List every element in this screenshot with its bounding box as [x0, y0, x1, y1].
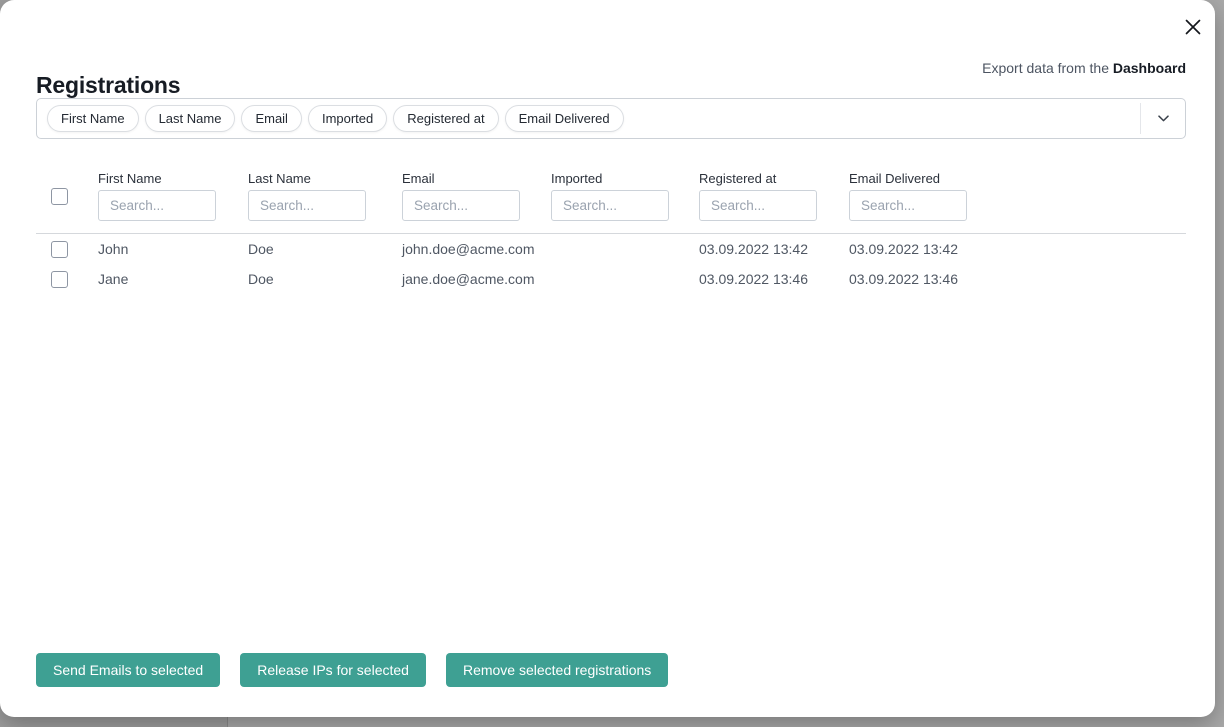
- search-input-imported[interactable]: [551, 190, 669, 221]
- search-input-first-name[interactable]: [98, 190, 216, 221]
- row-select-cell: [36, 241, 98, 258]
- registrations-table: First Name Last Name Email Imported Regi…: [36, 172, 1186, 294]
- cell-last-name: Doe: [248, 241, 402, 257]
- column-header-email: Email: [402, 172, 551, 221]
- filter-chip-last-name[interactable]: Last Name: [145, 105, 236, 132]
- table-row[interactable]: John Doe john.doe@acme.com 03.09.2022 13…: [36, 234, 1186, 264]
- column-header-email-delivered: Email Delivered: [849, 172, 1186, 221]
- column-label: Email Delivered: [849, 172, 1186, 186]
- cell-first-name: John: [98, 241, 248, 257]
- remove-registrations-button[interactable]: Remove selected registrations: [446, 653, 668, 687]
- close-icon: [1184, 18, 1202, 36]
- filter-chip-registered-at[interactable]: Registered at: [393, 105, 498, 132]
- column-header-registered-at: Registered at: [699, 172, 849, 221]
- column-header-last-name: Last Name: [248, 172, 402, 221]
- filter-chip-email[interactable]: Email: [241, 105, 302, 132]
- row-checkbox[interactable]: [51, 241, 68, 258]
- search-input-registered-at[interactable]: [699, 190, 817, 221]
- cell-last-name: Doe: [248, 271, 402, 287]
- filter-chip-imported[interactable]: Imported: [308, 105, 387, 132]
- bulk-actions: Send Emails to selected Release IPs for …: [36, 653, 668, 687]
- release-ips-button[interactable]: Release IPs for selected: [240, 653, 426, 687]
- cell-registered-at: 03.09.2022 13:46: [699, 271, 849, 287]
- column-label: Email: [402, 172, 551, 186]
- cell-email: jane.doe@acme.com: [402, 271, 551, 287]
- select-all-cell: [36, 172, 98, 221]
- filter-chip-first-name[interactable]: First Name: [47, 105, 139, 132]
- cell-email-delivered: 03.09.2022 13:42: [849, 241, 1186, 257]
- filter-chip-list: First Name Last Name Email Imported Regi…: [47, 105, 624, 132]
- dashboard-link[interactable]: Dashboard: [1113, 60, 1186, 76]
- table-row[interactable]: Jane Doe jane.doe@acme.com 03.09.2022 13…: [36, 264, 1186, 294]
- send-emails-button[interactable]: Send Emails to selected: [36, 653, 220, 687]
- cell-first-name: Jane: [98, 271, 248, 287]
- search-input-email[interactable]: [402, 190, 520, 221]
- filter-chip-email-delivered[interactable]: Email Delivered: [505, 105, 624, 132]
- column-label: First Name: [98, 172, 248, 186]
- cell-email: john.doe@acme.com: [402, 241, 551, 257]
- row-select-cell: [36, 271, 98, 288]
- column-header-first-name: First Name: [98, 172, 248, 221]
- row-checkbox[interactable]: [51, 271, 68, 288]
- column-filter-bar[interactable]: First Name Last Name Email Imported Regi…: [36, 98, 1186, 139]
- search-input-last-name[interactable]: [248, 190, 366, 221]
- table-header-row: First Name Last Name Email Imported Regi…: [36, 172, 1186, 221]
- cell-registered-at: 03.09.2022 13:42: [699, 241, 849, 257]
- cell-email-delivered: 03.09.2022 13:46: [849, 271, 1186, 287]
- page-title: Registrations: [36, 72, 180, 99]
- column-label: Last Name: [248, 172, 402, 186]
- export-note: Export data from the Dashboard: [982, 60, 1186, 76]
- column-header-imported: Imported: [551, 172, 699, 221]
- filter-bar-dropdown-button[interactable]: [1140, 103, 1185, 134]
- select-all-checkbox[interactable]: [51, 188, 68, 205]
- column-label: Imported: [551, 172, 699, 186]
- search-input-email-delivered[interactable]: [849, 190, 967, 221]
- chevron-down-icon: [1158, 115, 1169, 122]
- close-button[interactable]: [1182, 16, 1204, 38]
- registrations-modal: Registrations Export data from the Dashb…: [0, 0, 1215, 717]
- column-label: Registered at: [699, 172, 849, 186]
- export-note-text: Export data from the: [982, 60, 1113, 76]
